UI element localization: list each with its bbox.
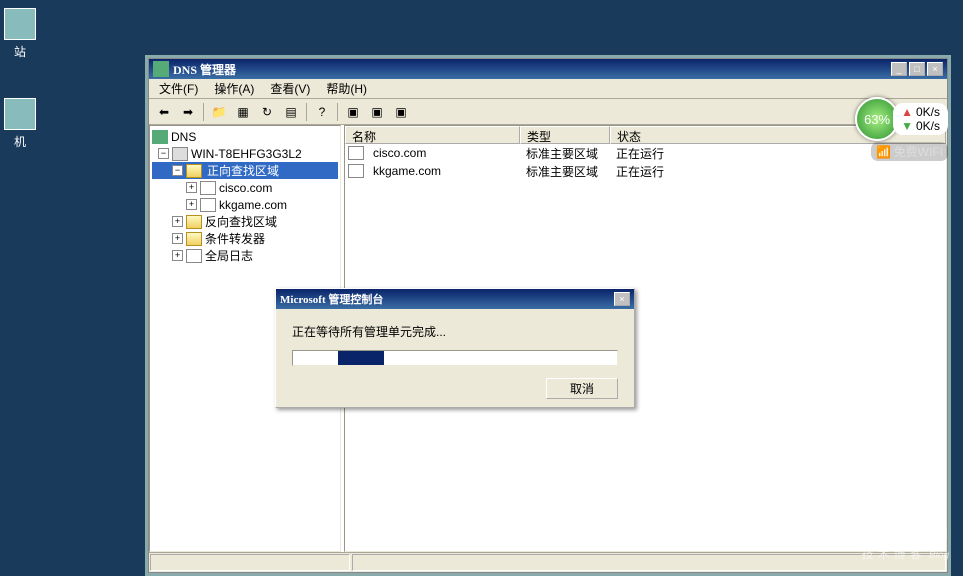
upload-speed: 0K/s bbox=[916, 105, 940, 119]
tree-label: 反向查找区域 bbox=[205, 213, 277, 230]
column-type[interactable]: 类型 bbox=[520, 126, 610, 144]
tree-zone-cisco[interactable]: + cisco.com bbox=[152, 179, 338, 196]
menu-action[interactable]: 操作(A) bbox=[208, 78, 260, 99]
action3-button[interactable]: ▣ bbox=[390, 101, 412, 123]
menu-help[interactable]: 帮助(H) bbox=[320, 78, 373, 99]
cell-type: 标准主要区域 bbox=[520, 145, 610, 162]
action1-button[interactable]: ▣ bbox=[342, 101, 364, 123]
expand-icon[interactable]: + bbox=[172, 216, 183, 227]
tree-server[interactable]: − WIN-T8EHFG3G3L2 bbox=[152, 145, 338, 162]
tree-label: 全局日志 bbox=[205, 247, 253, 264]
tree-forward-zones[interactable]: − 正向查找区域 bbox=[152, 162, 338, 179]
status-segment bbox=[150, 554, 350, 571]
icon-label: 机 bbox=[0, 133, 40, 150]
desktop-icon[interactable]: 站 bbox=[0, 8, 40, 60]
cell-type: 标准主要区域 bbox=[520, 163, 610, 180]
expand-icon[interactable]: + bbox=[172, 233, 183, 244]
tree-reverse-zones[interactable]: + 反向查找区域 bbox=[152, 213, 338, 230]
menu-view[interactable]: 查看(V) bbox=[264, 78, 316, 99]
mmc-progress-dialog: Microsoft 管理控制台 × 正在等待所有管理单元完成... 取消 bbox=[275, 288, 635, 408]
dialog-title: Microsoft 管理控制台 bbox=[280, 291, 614, 307]
help-button[interactable]: ? bbox=[311, 101, 333, 123]
tree-label: cisco.com bbox=[219, 181, 272, 195]
download-speed: 0K/s bbox=[916, 119, 940, 133]
collapse-icon[interactable]: − bbox=[172, 165, 183, 176]
separator bbox=[203, 103, 204, 121]
tree-root-dns[interactable]: DNS bbox=[152, 128, 338, 145]
wifi-text: 免费WIFI bbox=[894, 145, 943, 159]
arrow-down-icon: ▼ bbox=[901, 119, 913, 133]
toolbar: ⬅ ➡ 📁 ▦ ↻ ▤ ? ▣ ▣ ▣ bbox=[149, 99, 947, 125]
net-speeds: ▲0K/s ▼0K/s bbox=[893, 103, 948, 135]
cancel-button[interactable]: 取消 bbox=[546, 378, 618, 399]
titlebar[interactable]: DNS 管理器 _ □ × bbox=[149, 59, 947, 79]
list-row[interactable]: kkgame.com标准主要区域正在运行 bbox=[345, 162, 946, 180]
progress-bar bbox=[292, 350, 618, 366]
cell-status: 正在运行 bbox=[610, 163, 670, 180]
wifi-label[interactable]: 📶 免费WIFI bbox=[871, 142, 948, 161]
progress-fill bbox=[338, 351, 383, 365]
tree-label: WIN-T8EHFG3G3L2 bbox=[191, 147, 302, 161]
zone-icon bbox=[200, 198, 216, 212]
expand-icon[interactable]: + bbox=[186, 199, 197, 210]
watermark-blog: Blog bbox=[929, 550, 949, 561]
cell-status: 正在运行 bbox=[610, 145, 670, 162]
tree-label: kkgame.com bbox=[219, 198, 287, 212]
maximize-button[interactable]: □ bbox=[909, 62, 925, 76]
action2-button[interactable]: ▣ bbox=[366, 101, 388, 123]
tree-label: 正向查找区域 bbox=[205, 162, 281, 179]
tree-zone-kkgame[interactable]: + kkgame.com bbox=[152, 196, 338, 213]
menu-file[interactable]: 文件(F) bbox=[153, 78, 204, 99]
cell-name: cisco.com bbox=[367, 146, 520, 160]
close-button[interactable]: × bbox=[927, 62, 943, 76]
expand-icon[interactable]: + bbox=[172, 250, 183, 261]
folder-icon bbox=[186, 164, 202, 178]
dns-icon bbox=[153, 61, 169, 77]
list-button[interactable]: ▦ bbox=[232, 101, 254, 123]
wifi-icon: 📶 bbox=[876, 145, 891, 159]
column-name[interactable]: 名称 bbox=[345, 126, 520, 144]
icon-label: 站 bbox=[0, 43, 40, 60]
log-icon bbox=[186, 249, 202, 263]
expand-icon[interactable]: + bbox=[186, 182, 197, 193]
dialog-close-button[interactable]: × bbox=[614, 292, 630, 306]
computer-icon bbox=[4, 98, 36, 130]
export-button[interactable]: ▤ bbox=[280, 101, 302, 123]
dialog-titlebar[interactable]: Microsoft 管理控制台 × bbox=[276, 289, 634, 309]
desktop-icon[interactable]: 机 bbox=[0, 98, 40, 150]
collapse-icon[interactable]: − bbox=[158, 148, 169, 159]
tree-label: DNS bbox=[171, 130, 196, 144]
dialog-message: 正在等待所有管理单元完成... bbox=[292, 323, 618, 340]
up-button[interactable]: 📁 bbox=[208, 101, 230, 123]
dns-icon bbox=[152, 130, 168, 144]
server-icon bbox=[172, 147, 188, 161]
cell-name: kkgame.com bbox=[367, 164, 520, 178]
separator bbox=[306, 103, 307, 121]
refresh-button[interactable]: ↻ bbox=[256, 101, 278, 123]
separator bbox=[337, 103, 338, 121]
tree-global-log[interactable]: + 全局日志 bbox=[152, 247, 338, 264]
zone-icon bbox=[348, 146, 364, 160]
zone-icon bbox=[348, 164, 364, 178]
folder-icon bbox=[186, 232, 202, 246]
forward-button[interactable]: ➡ bbox=[177, 101, 199, 123]
zone-icon bbox=[200, 181, 216, 195]
tree-label: 条件转发器 bbox=[205, 230, 265, 247]
window-title: DNS 管理器 bbox=[173, 61, 891, 78]
list-row[interactable]: cisco.com标准主要区域正在运行 bbox=[345, 144, 946, 162]
folder-icon bbox=[186, 215, 202, 229]
watermark-text: 技术博客 bbox=[862, 547, 926, 561]
menubar: 文件(F) 操作(A) 查看(V) 帮助(H) bbox=[149, 79, 947, 99]
minimize-button[interactable]: _ bbox=[891, 62, 907, 76]
watermark: 51CTO.com 技术博客 Blog bbox=[818, 519, 949, 562]
back-button[interactable]: ⬅ bbox=[153, 101, 175, 123]
tree-conditional-forwarders[interactable]: + 条件转发器 bbox=[152, 230, 338, 247]
network-widget[interactable]: 63% ▲0K/s ▼0K/s bbox=[855, 97, 948, 141]
generic-icon bbox=[4, 8, 36, 40]
watermark-url: 51CTO.com bbox=[818, 519, 949, 545]
arrow-up-icon: ▲ bbox=[901, 105, 913, 119]
